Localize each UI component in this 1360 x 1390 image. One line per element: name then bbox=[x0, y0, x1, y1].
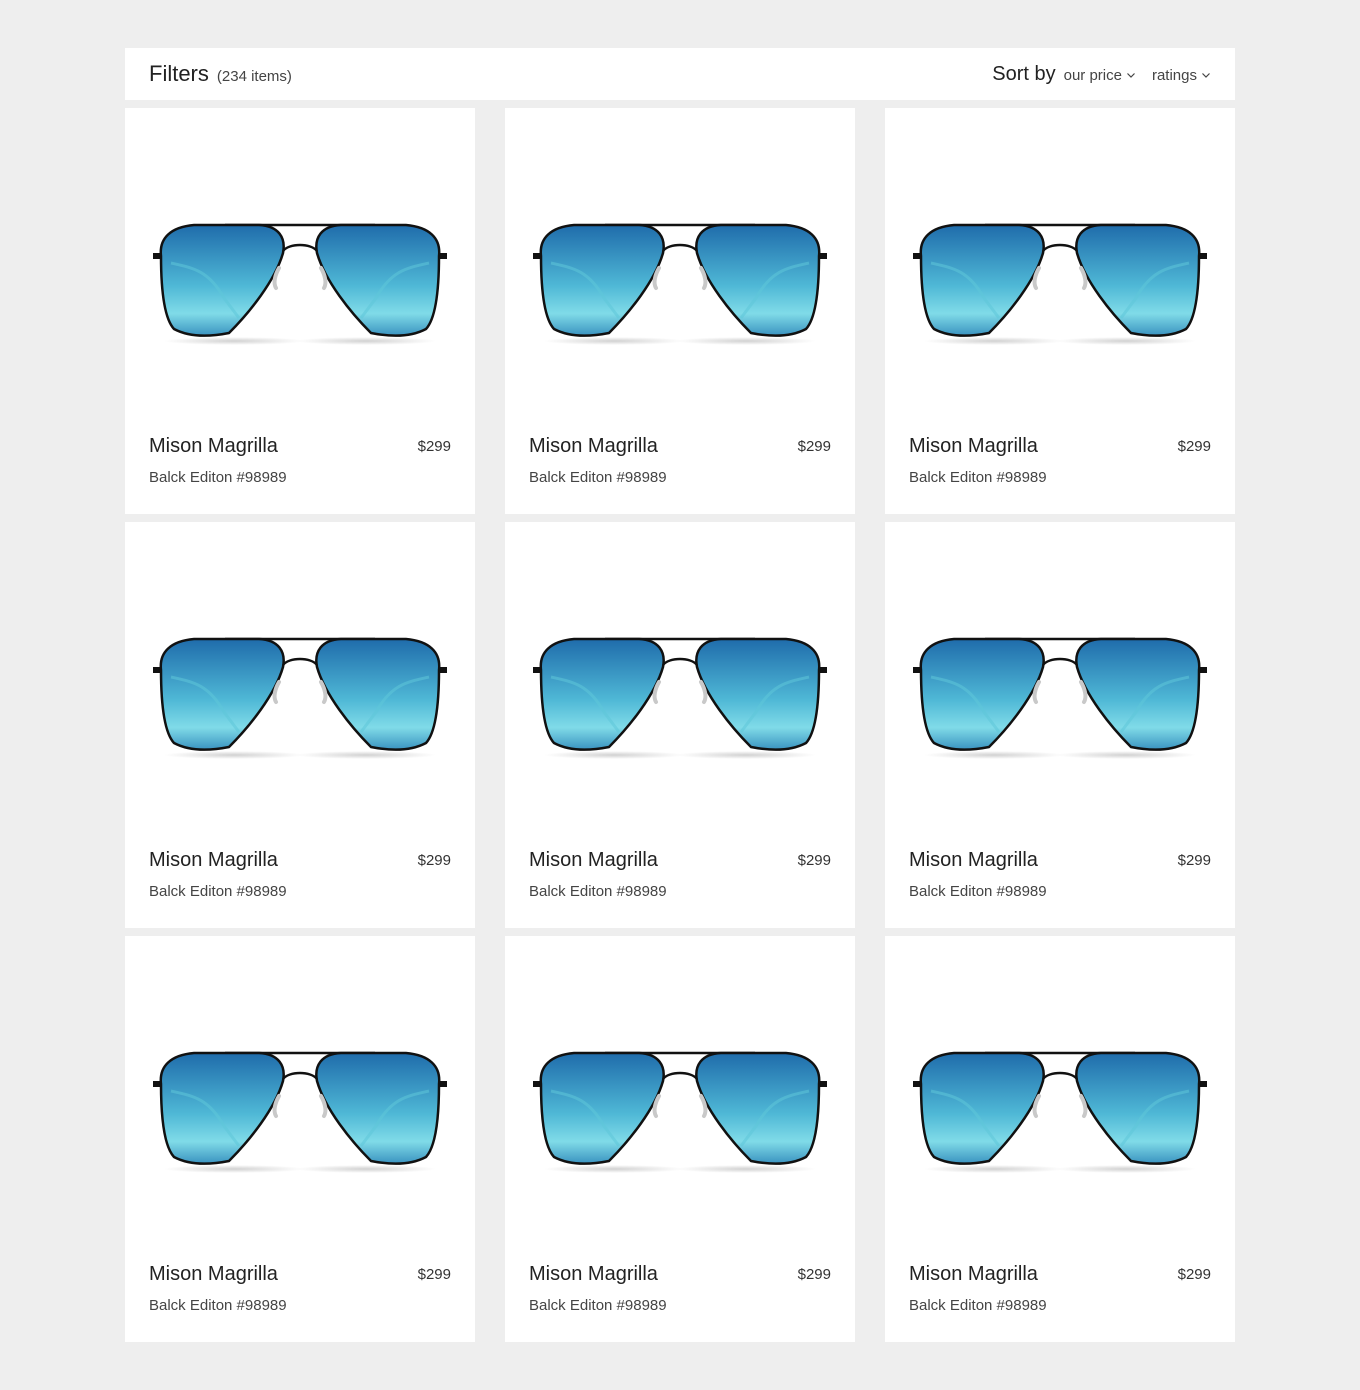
product-image bbox=[149, 213, 451, 353]
product-price: $299 bbox=[797, 438, 831, 455]
product-image bbox=[529, 627, 831, 767]
product-name: Mison Magrilla bbox=[149, 435, 278, 457]
product-edition: Balck Editon #98989 bbox=[909, 469, 1047, 486]
product-name: Mison Magrilla bbox=[149, 849, 278, 871]
product-card[interactable]: Mison Magrilla $299 Balck Editon #98989 bbox=[125, 936, 475, 1342]
product-edition: Balck Editon #98989 bbox=[529, 469, 667, 486]
sort-price-label: our price bbox=[1063, 66, 1122, 84]
product-name: Mison Magrilla bbox=[529, 435, 658, 457]
product-name: Mison Magrilla bbox=[149, 1263, 278, 1285]
sort-by-label: Sort by bbox=[992, 62, 1056, 85]
product-price: $299 bbox=[417, 1266, 451, 1283]
product-card[interactable]: Mison Magrilla $299 Balck Editon #98989 bbox=[125, 522, 475, 928]
product-card[interactable]: Mison Magrilla $299 Balck Editon #98989 bbox=[505, 108, 855, 514]
product-price: $299 bbox=[1177, 852, 1211, 869]
product-edition: Balck Editon #98989 bbox=[529, 883, 667, 900]
product-image bbox=[149, 627, 451, 767]
product-edition: Balck Editon #98989 bbox=[149, 883, 287, 900]
product-price: $299 bbox=[1177, 438, 1211, 455]
product-card[interactable]: Mison Magrilla $299 Balck Editon #98989 bbox=[125, 108, 475, 514]
product-price: $299 bbox=[417, 438, 451, 455]
product-name: Mison Magrilla bbox=[909, 435, 1038, 457]
product-edition: Balck Editon #98989 bbox=[149, 469, 287, 486]
product-edition: Balck Editon #98989 bbox=[909, 1297, 1047, 1314]
toolbar: Filters (234 items) Sort by our price ra… bbox=[125, 48, 1235, 100]
product-edition: Balck Editon #98989 bbox=[909, 883, 1047, 900]
product-image bbox=[529, 213, 831, 353]
items-count: (234 items) bbox=[216, 68, 292, 85]
sort-ratings-label: ratings bbox=[1151, 66, 1197, 84]
product-name: Mison Magrilla bbox=[529, 849, 658, 871]
filters-button[interactable]: Filters (234 items) bbox=[149, 61, 292, 87]
product-price: $299 bbox=[1177, 1266, 1211, 1283]
product-image bbox=[909, 213, 1211, 353]
product-price: $299 bbox=[417, 852, 451, 869]
product-image bbox=[529, 1041, 831, 1181]
chevron-down-icon bbox=[1126, 70, 1136, 80]
product-image bbox=[149, 1041, 451, 1181]
product-price: $299 bbox=[797, 1266, 831, 1283]
product-card[interactable]: Mison Magrilla $299 Balck Editon #98989 bbox=[505, 936, 855, 1342]
product-card[interactable]: Mison Magrilla $299 Balck Editon #98989 bbox=[885, 108, 1235, 514]
product-card[interactable]: Mison Magrilla $299 Balck Editon #98989 bbox=[505, 522, 855, 928]
sort-price-dropdown[interactable]: our price bbox=[1064, 67, 1136, 84]
product-grid: Mison Magrilla $299 Balck Editon #98989 bbox=[125, 108, 1235, 1342]
filters-label: Filters bbox=[149, 61, 209, 86]
product-image bbox=[909, 627, 1211, 767]
product-card[interactable]: Mison Magrilla $299 Balck Editon #98989 bbox=[885, 936, 1235, 1342]
chevron-down-icon bbox=[1201, 70, 1211, 80]
sort-ratings-dropdown[interactable]: ratings bbox=[1152, 67, 1211, 84]
product-name: Mison Magrilla bbox=[529, 1263, 658, 1285]
product-edition: Balck Editon #98989 bbox=[529, 1297, 667, 1314]
product-edition: Balck Editon #98989 bbox=[149, 1297, 287, 1314]
product-name: Mison Magrilla bbox=[909, 849, 1038, 871]
product-price: $299 bbox=[797, 852, 831, 869]
product-card[interactable]: Mison Magrilla $299 Balck Editon #98989 bbox=[885, 522, 1235, 928]
product-name: Mison Magrilla bbox=[909, 1263, 1038, 1285]
product-image bbox=[909, 1041, 1211, 1181]
sort-controls: Sort by our price ratings bbox=[992, 63, 1211, 86]
